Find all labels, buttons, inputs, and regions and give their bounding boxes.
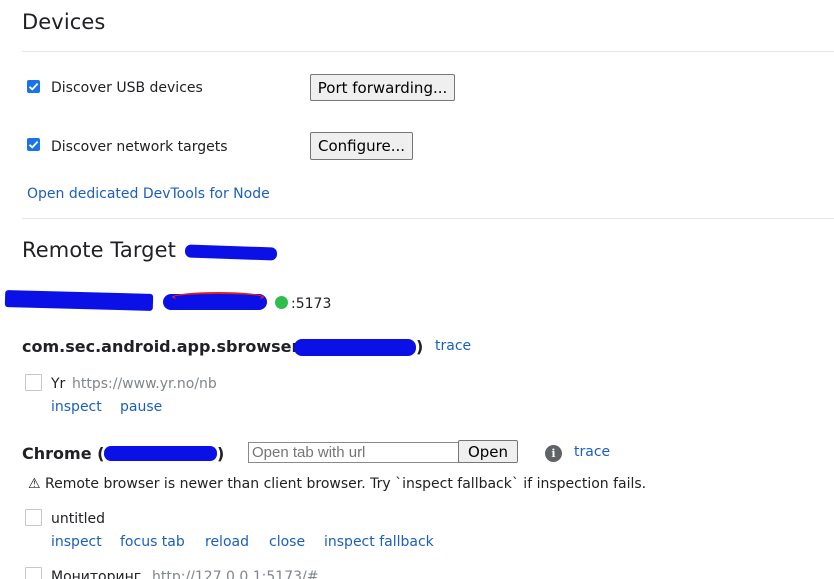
remote-target-heading: Remote Target xyxy=(22,238,176,262)
discover-network-checkbox[interactable] xyxy=(27,138,40,151)
remote-divider xyxy=(22,218,834,219)
devtools-inspect-page: Devices Discover USB devices Port forwar… xyxy=(0,0,834,579)
chrome-inspect-fallback-link[interactable]: inspect fallback xyxy=(324,534,434,550)
chrome-trace-link[interactable]: trace xyxy=(574,444,610,460)
devices-divider xyxy=(22,51,834,52)
configure-button[interactable]: Configure... xyxy=(310,132,413,160)
discover-usb-checkbox[interactable] xyxy=(27,80,40,93)
remote-port-label: :5173 xyxy=(291,296,332,312)
sbrowser-name: com.sec.android.app.sbrowser ( xyxy=(22,337,313,356)
sbrowser-pause-link[interactable]: pause xyxy=(120,399,162,415)
page-favicon-placeholder xyxy=(25,509,42,526)
checkmark-icon xyxy=(28,82,39,91)
open-tab-button[interactable]: Open xyxy=(458,440,518,463)
connection-status-dot xyxy=(275,296,288,309)
redaction-mark xyxy=(4,290,154,311)
chrome-name-close: ) xyxy=(217,444,225,463)
devices-heading: Devices xyxy=(22,10,106,34)
open-tab-url-input[interactable] xyxy=(248,442,459,463)
chrome-next-page-title: Мониторинг xyxy=(51,569,142,579)
discover-network-label: Discover network targets xyxy=(51,139,228,155)
chrome-next-page-url: http://127.0.0.1:5173/# xyxy=(152,569,319,579)
version-warning-message: ⚠ Remote browser is newer than client br… xyxy=(28,476,647,492)
discover-usb-label: Discover USB devices xyxy=(51,80,203,96)
sbrowser-trace-link[interactable]: trace xyxy=(435,338,471,354)
chrome-focus-tab-link[interactable]: focus tab xyxy=(120,534,185,550)
chrome-inspect-link[interactable]: inspect xyxy=(51,534,102,550)
sbrowser-name-close: ) xyxy=(416,337,424,356)
redaction-mark xyxy=(184,244,278,261)
checkmark-icon xyxy=(28,140,39,149)
sbrowser-inspect-link[interactable]: inspect xyxy=(51,399,102,415)
red-scribble-mark xyxy=(172,292,264,302)
open-node-devtools-link[interactable]: Open dedicated DevTools for Node xyxy=(27,186,270,202)
page-favicon-placeholder xyxy=(25,567,42,579)
redaction-mark xyxy=(104,446,217,461)
port-forwarding-button[interactable]: Port forwarding... xyxy=(310,74,455,101)
chrome-close-link[interactable]: close xyxy=(269,534,305,550)
info-icon: i xyxy=(545,445,562,462)
page-favicon-placeholder xyxy=(25,374,42,391)
sbrowser-page-title: Yr xyxy=(51,376,66,392)
chrome-reload-link[interactable]: reload xyxy=(205,534,249,550)
sbrowser-page-url: https://www.yr.no/nb xyxy=(72,376,217,392)
chrome-name: Chrome ( xyxy=(22,444,105,463)
chrome-page-title: untitled xyxy=(51,511,106,527)
redaction-mark xyxy=(294,339,416,356)
